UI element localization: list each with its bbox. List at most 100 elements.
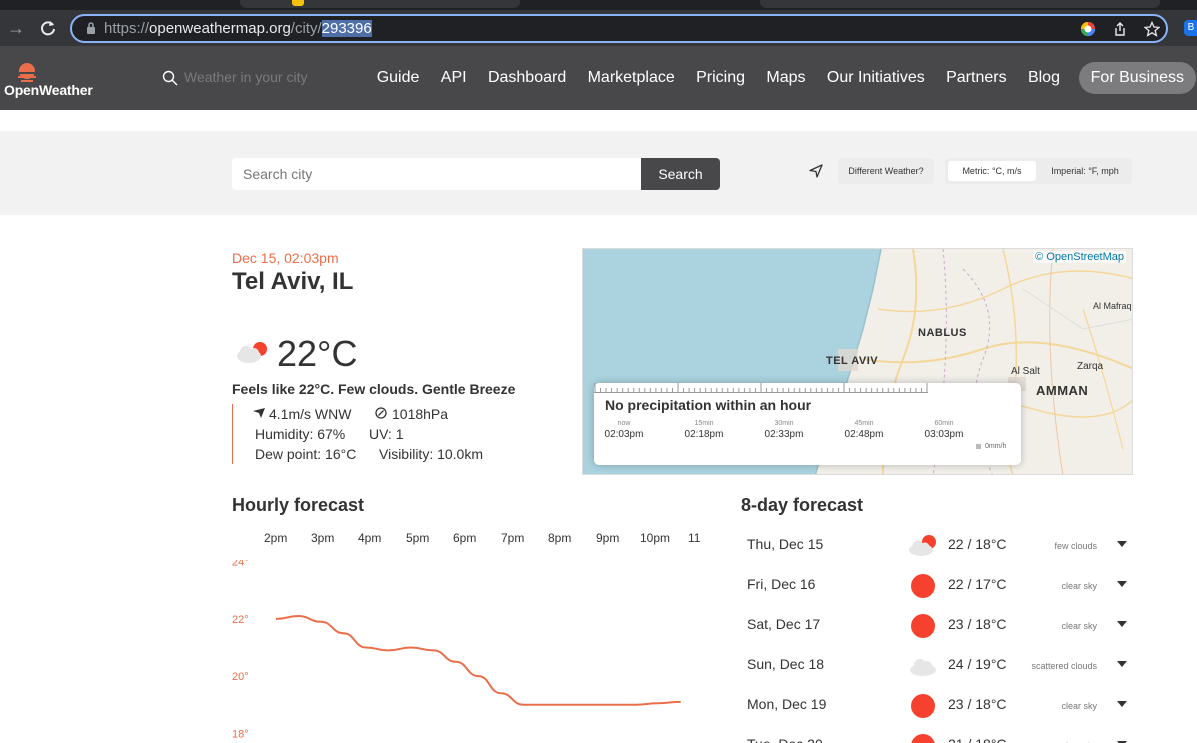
tab-favicon-icon bbox=[292, 0, 304, 6]
chevron-down-icon[interactable] bbox=[1117, 661, 1127, 667]
hour-label: 11pm bbox=[688, 531, 700, 545]
for-business-button[interactable]: For Business bbox=[1078, 62, 1197, 94]
different-weather-button[interactable]: Different Weather? bbox=[838, 158, 934, 184]
extension-icon[interactable]: B bbox=[1184, 20, 1197, 36]
chevron-down-icon[interactable] bbox=[1117, 621, 1127, 627]
clear-sky-icon bbox=[911, 574, 935, 598]
units-switcher: Metric: °C, m/s Imperial: °F, mph bbox=[945, 158, 1132, 184]
precipitation-legend: 0mm/h bbox=[976, 443, 1006, 450]
forward-arrow-icon[interactable]: → bbox=[5, 17, 27, 39]
map-attribution[interactable]: © OpenStreetMap bbox=[1033, 251, 1126, 263]
pressure-value: 1018hPa bbox=[392, 406, 449, 422]
hourly-hours-row: 2pm 3pm 4pm 5pm 6pm 7pm 8pm 9pm 10pm 11p… bbox=[232, 531, 700, 547]
location-arrow-icon[interactable] bbox=[808, 163, 824, 179]
bookmark-star-icon[interactable] bbox=[1144, 21, 1160, 37]
day-name: Fri, Dec 16 bbox=[747, 576, 816, 592]
day-temperature: 23 / 18°C bbox=[948, 616, 1007, 632]
chevron-down-icon[interactable] bbox=[1117, 701, 1127, 707]
precipitation-panel: No precipitation within an hour now 02:03… bbox=[594, 383, 1021, 465]
day-name: Tue, Dec 20 bbox=[747, 736, 823, 743]
day-description: scattered clouds bbox=[1031, 660, 1097, 671]
nav-guide[interactable]: Guide bbox=[366, 69, 430, 87]
daily-forecast-row[interactable]: Thu, Dec 15 22 / 18°C few clouds bbox=[741, 526, 1133, 566]
weather-map[interactable]: © OpenStreetMap NABLUS TEL AVIV Al Salt … bbox=[582, 248, 1133, 475]
map-label-al-salt: Al Salt bbox=[1011, 366, 1040, 377]
site-header: OpenWeather Guide API Dashboard Marketpl… bbox=[0, 46, 1197, 110]
day-temperature: 21 / 18°C bbox=[948, 736, 1007, 743]
day-temperature: 23 / 18°C bbox=[948, 696, 1007, 712]
nav-pricing[interactable]: Pricing bbox=[685, 69, 755, 87]
header-search-input[interactable] bbox=[184, 66, 334, 88]
google-lens-icon[interactable] bbox=[1080, 21, 1096, 37]
daily-forecast-title: 8-day forecast bbox=[741, 495, 864, 515]
y-tick-label: 18° bbox=[232, 728, 249, 740]
day-description: clear sky bbox=[1027, 732, 1097, 743]
url-selection: 293396 bbox=[321, 20, 372, 37]
chevron-down-icon[interactable] bbox=[1117, 541, 1127, 547]
nav-partners[interactable]: Partners bbox=[935, 69, 1017, 87]
few-clouds-icon bbox=[237, 342, 267, 363]
map-label-nablus: NABLUS bbox=[918, 327, 967, 339]
day-description: few clouds bbox=[1054, 540, 1097, 551]
hourly-temperature-chart: 24° 22° 20° 18° bbox=[232, 560, 681, 740]
hour-label: 9pm bbox=[596, 531, 620, 545]
nav-our-initiatives[interactable]: Our Initiatives bbox=[816, 69, 935, 87]
nav-maps[interactable]: Maps bbox=[756, 69, 817, 87]
imperial-units-option[interactable]: Imperial: °F, mph bbox=[1041, 161, 1129, 181]
precip-tick: 60min 03:03pm bbox=[924, 420, 964, 440]
url-text[interactable]: https://openweathermap.org/city/293396 bbox=[104, 20, 372, 37]
logo-text: OpenWeather bbox=[4, 82, 93, 98]
search-city-input[interactable] bbox=[232, 158, 642, 190]
search-icon bbox=[162, 70, 178, 86]
nav-dashboard[interactable]: Dashboard bbox=[477, 69, 577, 87]
nav-api[interactable]: API bbox=[430, 69, 477, 87]
day-temperature: 22 / 18°C bbox=[948, 536, 1007, 552]
nav-marketplace[interactable]: Marketplace bbox=[577, 69, 686, 87]
daily-forecast-row[interactable]: Tue, Dec 20 21 / 18°C clear sky bbox=[741, 726, 1133, 743]
day-description: clear sky bbox=[1061, 700, 1097, 711]
hourly-forecast-title: Hourly forecast bbox=[232, 495, 365, 515]
hour-label: 7pm bbox=[501, 531, 525, 545]
daily-forecast-row[interactable]: Fri, Dec 16 22 / 17°C clear sky bbox=[741, 566, 1133, 606]
y-tick-label: 20° bbox=[232, 671, 249, 683]
lock-icon bbox=[87, 22, 95, 34]
chevron-down-icon[interactable] bbox=[1117, 581, 1127, 587]
precipitation-timeline bbox=[594, 383, 928, 393]
address-bar[interactable]: https://openweathermap.org/city/293396 bbox=[70, 14, 1168, 43]
hour-label: 3pm bbox=[311, 531, 335, 545]
map-label-zarqa: Zarqa bbox=[1077, 361, 1104, 372]
daily-forecast-row[interactable]: Sat, Dec 17 23 / 18°C clear sky bbox=[741, 606, 1133, 646]
daily-forecast-row[interactable]: Mon, Dec 19 23 / 18°C clear sky bbox=[741, 686, 1133, 726]
openweather-logo[interactable]: OpenWeather bbox=[4, 56, 104, 104]
reload-icon[interactable] bbox=[37, 17, 59, 39]
y-tick-label: 24° bbox=[232, 560, 249, 569]
current-temperature: 22°C bbox=[277, 333, 358, 374]
browser-tab[interactable] bbox=[760, 0, 1160, 8]
daily-forecast-row[interactable]: Sun, Dec 18 24 / 19°C scattered clouds bbox=[741, 646, 1133, 686]
day-temperature: 24 / 19°C bbox=[948, 656, 1007, 672]
day-description: clear sky bbox=[1061, 580, 1097, 591]
metric-units-option[interactable]: Metric: °C, m/s bbox=[948, 161, 1036, 181]
humidity-value: Humidity: 67% bbox=[255, 426, 346, 442]
precip-tick: 45min 02:48pm bbox=[844, 420, 884, 440]
search-button[interactable]: Search bbox=[641, 158, 720, 190]
y-tick-label: 22° bbox=[232, 614, 249, 626]
map-label-amman: AMMAN bbox=[1036, 383, 1089, 398]
map-label-al-mafraq: Al Mafraq bbox=[1093, 301, 1132, 311]
main-nav: Guide API Dashboard Marketplace Pricing … bbox=[366, 62, 1197, 94]
map-label-tel-aviv: TEL AVIV bbox=[826, 355, 879, 367]
nav-blog[interactable]: Blog bbox=[1017, 69, 1070, 87]
few-clouds-icon bbox=[909, 535, 936, 556]
share-icon[interactable] bbox=[1112, 21, 1128, 37]
pressure-icon bbox=[375, 407, 387, 419]
browser-tab[interactable] bbox=[240, 0, 520, 8]
dew-point: Dew point: 16°C bbox=[255, 446, 357, 462]
temperature-series-line bbox=[275, 615, 681, 706]
scattered-clouds-icon bbox=[910, 659, 936, 676]
hour-label: 5pm bbox=[406, 531, 430, 545]
search-band: Search Different Weather? Metric: °C, m/… bbox=[0, 131, 1197, 215]
day-description: clear sky bbox=[1061, 620, 1097, 631]
precip-tick: 15min 02:18pm bbox=[684, 420, 724, 440]
clear-sky-icon bbox=[911, 694, 935, 718]
feels-like-summary: Feels like 22°C. Few clouds. Gentle Bree… bbox=[232, 381, 516, 397]
